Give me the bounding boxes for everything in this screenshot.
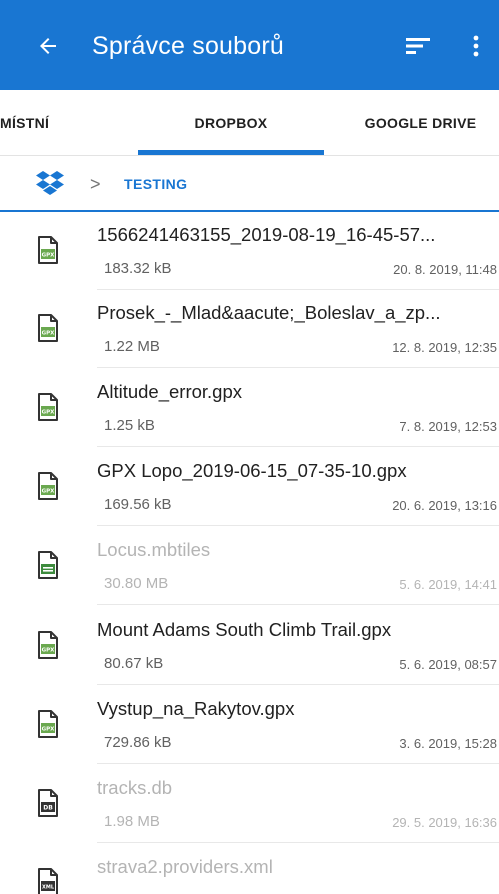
more-vert-icon	[473, 35, 479, 57]
file-list-item[interactable]: GPX GPX Lopo_2019-06-15_07-35-10.gpx 169.5…	[0, 448, 499, 526]
breadcrumb: > TESTING	[0, 156, 499, 212]
file-name: strava2.providers.xml	[97, 856, 273, 877]
file-size: 183.32 kB	[104, 260, 172, 277]
file-date: 7. 8. 2019, 12:53	[399, 419, 497, 434]
file-date: 29. 5. 2019, 16:36	[392, 815, 497, 830]
list-divider	[97, 525, 499, 526]
sort-button[interactable]	[396, 24, 440, 68]
file-name: 1566241463155_2019-08-19_16-45-57...	[97, 224, 436, 245]
tab-local[interactable]: MÍSTNÍ	[0, 90, 80, 156]
list-divider	[97, 763, 499, 764]
list-divider	[97, 684, 499, 685]
file-name: Altitude_error.gpx	[97, 381, 243, 402]
file-name: Vystup_na_Rakytov.gpx	[97, 698, 295, 719]
file-list-item[interactable]: GPX Mount Adams South Climb Trail.gpx 80.6…	[0, 607, 499, 685]
tab-bar: MÍSTNÍ DROPBOX GOOGLE DRIVE	[0, 90, 499, 156]
sort-icon	[406, 38, 430, 54]
arrow-left-icon	[40, 38, 56, 54]
file-list-item[interactable]: XML strava2.providers.xml	[0, 844, 499, 894]
file-gpx-icon: GPX	[37, 710, 59, 738]
svg-text:GPX: GPX	[42, 253, 56, 259]
svg-text:GPX: GPX	[42, 489, 56, 495]
file-gpx-icon: GPX	[37, 314, 59, 342]
file-size: 169.56 kB	[104, 496, 172, 513]
file-xml-icon: XML	[37, 868, 59, 894]
file-date: 3. 6. 2019, 15:28	[399, 736, 497, 751]
file-db-icon: DB	[37, 789, 59, 817]
file-date: 5. 6. 2019, 14:41	[399, 577, 497, 592]
file-date: 12. 8. 2019, 12:35	[392, 340, 497, 355]
file-name: GPX Lopo_2019-06-15_07-35-10.gpx	[97, 460, 407, 481]
page-title: Správce souborů	[92, 32, 285, 60]
file-size: 1.25 kB	[104, 417, 155, 434]
tab-google-drive[interactable]: GOOGLE DRIVE	[342, 90, 499, 156]
svg-text:GPX: GPX	[42, 410, 56, 416]
list-divider	[97, 842, 499, 843]
svg-text:XML: XML	[42, 885, 55, 891]
file-size: 1.22 MB	[104, 338, 160, 355]
list-divider	[97, 367, 499, 368]
file-gpx-icon: GPX	[37, 393, 59, 421]
file-size: 80.67 kB	[104, 655, 164, 672]
file-date: 20. 6. 2019, 13:16	[392, 498, 497, 513]
more-options-button[interactable]	[458, 24, 494, 68]
file-size: 1.98 MB	[104, 813, 160, 830]
dropbox-icon[interactable]	[36, 170, 64, 196]
file-generic-icon	[37, 551, 59, 579]
file-list-item[interactable]: DB tracks.db 1.98 MB 29. 5. 2019, 16:36	[0, 765, 499, 843]
breadcrumb-current-folder[interactable]: TESTING	[124, 172, 187, 196]
svg-text:GPX: GPX	[42, 331, 56, 337]
app-bar: Správce souborů	[0, 0, 499, 90]
list-divider	[97, 604, 499, 605]
file-name: Mount Adams South Climb Trail.gpx	[97, 619, 392, 640]
file-list-item[interactable]: GPX Altitude_error.gpx 1.25 kB 7. 8. 2019, …	[0, 369, 499, 447]
svg-text:GPX: GPX	[42, 648, 56, 654]
tab-dropbox[interactable]: DROPBOX	[138, 90, 324, 156]
breadcrumb-separator: >	[90, 174, 101, 194]
list-divider	[97, 446, 499, 447]
file-list[interactable]: GPX 1566241463155_2019-08-19_16-45-57... 1…	[0, 212, 499, 894]
file-date: 5. 6. 2019, 08:57	[399, 657, 497, 672]
file-list-item[interactable]: GPX Prosek_-_Mlad&aacute;_Boleslav_a_zp..…	[0, 290, 499, 368]
back-button[interactable]	[28, 24, 68, 68]
svg-text:GPX: GPX	[42, 727, 56, 733]
file-name: Locus.mbtiles	[97, 539, 211, 560]
file-name: tracks.db	[97, 777, 173, 798]
file-list-item[interactable]: GPX 1566241463155_2019-08-19_16-45-57... 1…	[0, 212, 499, 290]
file-gpx-icon: GPX	[37, 631, 59, 659]
svg-text:DB: DB	[43, 805, 53, 812]
file-date: 20. 8. 2019, 11:48	[393, 262, 497, 277]
file-size: 30.80 MB	[104, 575, 169, 592]
file-name: Prosek_-_Mlad&aacute;_Boleslav_a_zp...	[97, 302, 441, 323]
file-list-item[interactable]: Locus.mbtiles 30.80 MB 5. 6. 2019, 14:41	[0, 527, 499, 605]
file-list-item[interactable]: GPX Vystup_na_Rakytov.gpx 729.86 kB 3. 6. 2…	[0, 686, 499, 764]
file-gpx-icon: GPX	[37, 472, 59, 500]
file-gpx-icon: GPX	[37, 236, 59, 264]
file-size: 729.86 kB	[104, 734, 172, 751]
